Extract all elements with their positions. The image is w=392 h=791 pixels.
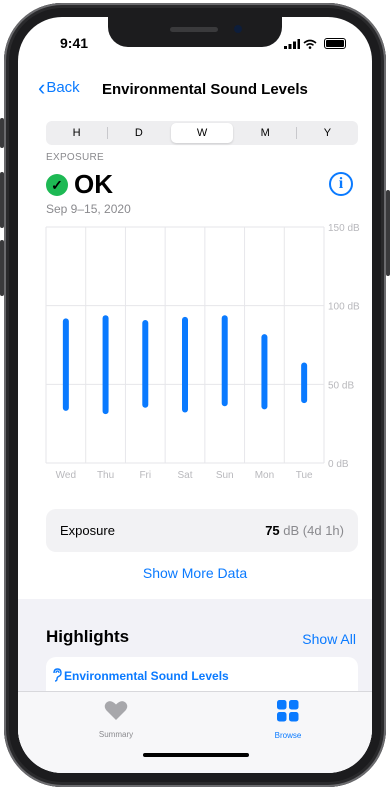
- wifi-icon: [303, 39, 317, 49]
- cellular-bars-icon: [283, 38, 300, 49]
- ear-icon: [53, 668, 62, 682]
- tab-summary[interactable]: Summary: [76, 700, 156, 739]
- x-tick-label: Sun: [216, 470, 234, 481]
- phone-volume-up: [0, 172, 4, 228]
- speaker-grille: [170, 27, 218, 32]
- y-tick-label: 150 dB: [328, 223, 360, 234]
- y-tick-label: 0 dB: [328, 459, 349, 470]
- show-more-data-link[interactable]: Show More Data: [18, 565, 372, 581]
- tab-bar: Summary Browse: [18, 691, 372, 773]
- y-tick-label: 100 dB: [328, 302, 360, 313]
- exposure-status: OK: [74, 169, 113, 199]
- summary-value: 75 dB (4d 1h): [265, 523, 344, 538]
- front-camera: [234, 25, 242, 33]
- back-button[interactable]: ‹Back: [38, 77, 80, 99]
- phone-screen: 9:41 ‹Back Environmental Sound Levels H …: [18, 17, 372, 773]
- tab-browse-label: Browse: [274, 731, 302, 740]
- chevron-left-icon: ‹: [38, 75, 46, 100]
- exposure-status-row: ✓ OK: [46, 169, 113, 199]
- highlight-item-label: Environmental Sound Levels: [64, 669, 229, 683]
- phone-power-button: [386, 190, 390, 276]
- x-tick-label: Fri: [139, 470, 151, 481]
- x-tick-label: Sat: [177, 470, 192, 481]
- tab-browse[interactable]: Browse: [248, 700, 328, 740]
- exposure-summary-card[interactable]: Exposure 75 dB (4d 1h): [46, 509, 358, 552]
- x-tick-label: Thu: [97, 470, 114, 481]
- status-icons: [283, 35, 346, 50]
- heart-icon: [104, 701, 128, 720]
- x-tick-label: Wed: [56, 470, 76, 481]
- page-title: Environmental Sound Levels: [102, 81, 308, 98]
- x-tick-label: Mon: [255, 470, 274, 481]
- y-tick-label: 50 dB: [328, 380, 354, 391]
- segment-hour[interactable]: H: [46, 121, 107, 145]
- phone-side-button: [0, 118, 4, 148]
- time-range-segmented-control: H D W M Y: [46, 121, 358, 145]
- battery-icon: [324, 38, 346, 50]
- segment-week[interactable]: W: [171, 123, 233, 143]
- segment-day[interactable]: D: [108, 121, 169, 145]
- summary-unit-detail: dB (4d 1h): [279, 523, 344, 538]
- date-range: Sep 9–15, 2020: [46, 202, 131, 216]
- notch: [108, 17, 282, 47]
- x-tick-label: Tue: [296, 470, 313, 481]
- grid-icon: [277, 700, 299, 722]
- segment-year[interactable]: Y: [297, 121, 358, 145]
- exposure-section-label: EXPOSURE: [46, 152, 104, 163]
- home-indicator: [143, 753, 249, 757]
- summary-db-value: 75: [265, 523, 280, 538]
- info-icon[interactable]: i: [329, 172, 353, 196]
- status-time: 9:41: [60, 35, 89, 51]
- highlights-title: Highlights: [46, 627, 130, 646]
- summary-label: Exposure: [60, 523, 115, 538]
- navigation-bar: ‹Back Environmental Sound Levels: [18, 75, 372, 105]
- tab-summary-label: Summary: [98, 730, 134, 739]
- segment-month[interactable]: M: [235, 121, 296, 145]
- sound-level-chart: 150 dB 100 dB 50 dB 0 dB Wed Thu Fri Sat Sun Mon T…: [45, 223, 360, 481]
- phone-volume-down: [0, 240, 4, 296]
- show-all-link[interactable]: Show All: [302, 631, 356, 647]
- back-label: Back: [46, 79, 80, 96]
- checkmark-icon: ✓: [46, 173, 68, 196]
